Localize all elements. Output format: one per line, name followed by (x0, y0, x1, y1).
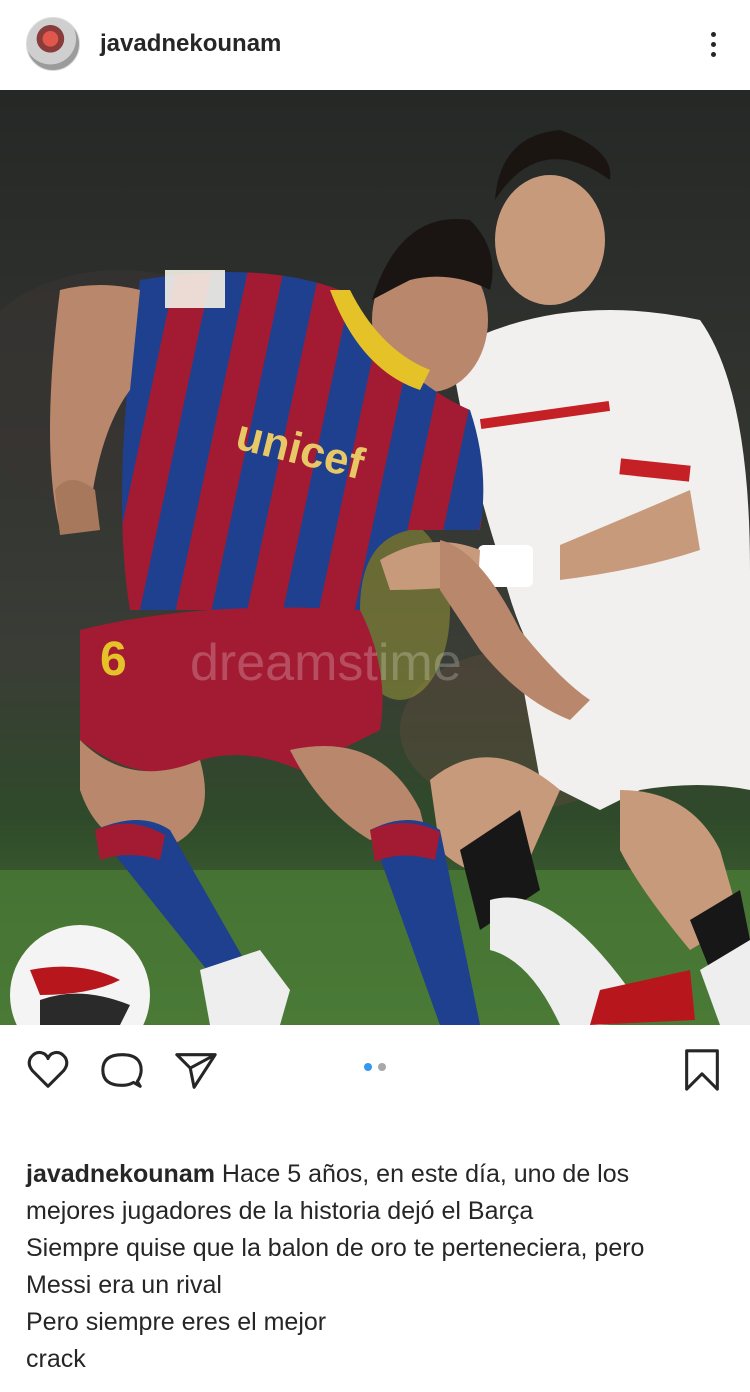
caption-text: Hace 5 años, en este día, uno de los (221, 1160, 630, 1188)
post-header: javadnekounam (0, 0, 750, 88)
more-options-icon[interactable] (698, 22, 728, 66)
caption-username[interactable]: javadnekounam (26, 1160, 215, 1188)
caption-line: Messi era un rival (26, 1271, 222, 1299)
more-dot (710, 41, 716, 47)
comment-icon[interactable] (96, 1044, 148, 1096)
more-dot (710, 31, 716, 37)
more-dot (710, 51, 716, 57)
profile-avatar[interactable] (26, 17, 80, 71)
football-photo: unicef 6 dreamstime (0, 90, 750, 1025)
actions-bar (0, 1025, 750, 1115)
header-username[interactable]: javadnekounam (100, 30, 698, 58)
post-caption: javadnekounam Hace 5 años, en este día, … (26, 1156, 726, 1378)
heart-icon[interactable] (22, 1044, 74, 1096)
watermark-text: dreamstime (190, 634, 462, 692)
bookmark-icon[interactable] (676, 1044, 728, 1096)
caption-line: Pero siempre eres el mejor (26, 1308, 327, 1336)
caption-line: javadnekounam Hace 5 años, en este día, … (26, 1156, 726, 1193)
carousel-indicator (364, 1063, 386, 1071)
caption-line: Siempre quise que la balon de oro te per… (26, 1234, 645, 1262)
caption-line: crack (26, 1345, 86, 1373)
player-number: 6 (100, 633, 127, 686)
post-photo[interactable]: unicef 6 dreamstime (0, 90, 750, 1025)
caption-line: mejores jugadores de la historia dejó el… (26, 1197, 534, 1225)
left-actions (22, 1044, 222, 1096)
send-icon[interactable] (170, 1044, 222, 1096)
carousel-dot (378, 1063, 386, 1071)
carousel-dot-active (364, 1063, 372, 1071)
